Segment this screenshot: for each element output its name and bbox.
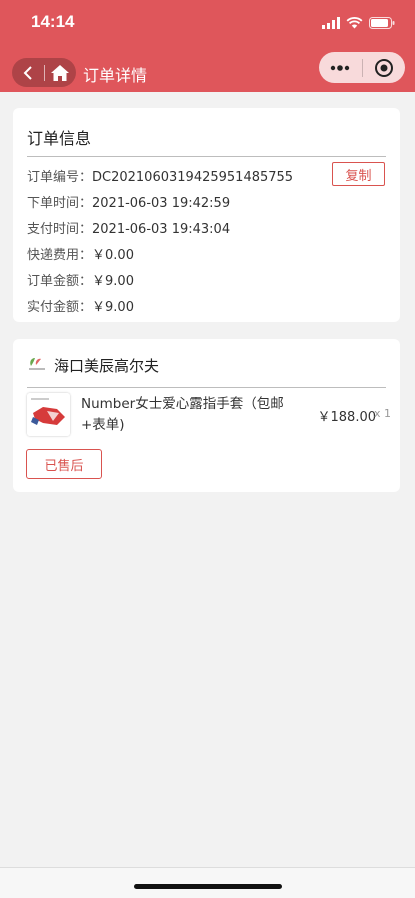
shop-order-card: 海口美辰高尔夫 Number女士爱心露指手套（包邮+表单) ￥188.00 x …: [13, 339, 400, 492]
home-button[interactable]: [44, 58, 76, 87]
battery-icon: [369, 17, 395, 29]
home-icon: [51, 64, 70, 81]
after-sale-button[interactable]: 已售后: [26, 449, 102, 479]
shipping-fee-row: 快递费用：￥0.00: [27, 244, 134, 263]
product-price: ￥188.00: [317, 410, 377, 425]
order-amount-value: ￥9.00: [92, 274, 134, 289]
more-button[interactable]: [319, 52, 362, 83]
product-quantity: x 1: [373, 407, 391, 420]
product-thumbnail[interactable]: [27, 393, 70, 436]
shipping-fee-value: ￥0.00: [92, 248, 134, 263]
status-time: 14:14: [31, 12, 75, 31]
order-time-row: 下单时间：2021-06-03 19:42:59: [27, 192, 230, 211]
glove-image-icon: [27, 393, 70, 436]
page-title: 订单详情: [83, 66, 148, 85]
signal-icon: [322, 17, 340, 29]
order-time-label: 下单时间：: [27, 196, 93, 211]
shipping-fee-label: 快递费用：: [27, 248, 93, 263]
mini-program-capsule: [319, 52, 405, 83]
top-bar: 14:14 订单详情: [0, 0, 415, 92]
divider: [27, 156, 386, 157]
paid-amount-value: ￥9.00: [92, 300, 134, 315]
nav-pill: [12, 58, 76, 87]
order-time-value: 2021-06-03 19:42:59: [92, 196, 231, 211]
target-close-icon: [374, 58, 393, 77]
order-amount-row: 订单金额：￥9.00: [27, 270, 134, 289]
order-number-label: 订单编号：: [27, 170, 93, 185]
chevron-left-icon: [23, 65, 32, 80]
divider: [27, 387, 386, 388]
pay-time-value: 2021-06-03 19:43:04: [92, 222, 231, 237]
pay-time-row: 支付时间：2021-06-03 19:43:04: [27, 218, 230, 237]
copy-button[interactable]: 复制: [332, 162, 385, 186]
paid-amount-row: 实付金额：￥9.00: [27, 296, 134, 315]
order-amount-label: 订单金额：: [27, 274, 93, 289]
wifi-icon: [346, 17, 363, 29]
status-icons: [322, 15, 395, 31]
more-dots-icon: [331, 64, 350, 71]
product-name[interactable]: Number女士爱心露指手套（包邮+表单): [81, 394, 291, 436]
shop-logo-icon: [29, 358, 45, 370]
home-indicator: [134, 884, 282, 889]
order-info-title: 订单信息: [27, 129, 92, 148]
order-number-value: DC202106031942595148575​5: [92, 170, 294, 185]
order-info-card: 订单信息 订单编号：DC202106031942595148575​5 复制 下…: [13, 108, 400, 322]
back-button[interactable]: [12, 58, 44, 87]
pay-time-label: 支付时间：: [27, 222, 93, 237]
paid-amount-label: 实付金额：: [27, 300, 93, 315]
shop-name: 海口美辰高尔夫: [54, 357, 160, 375]
close-button[interactable]: [362, 52, 405, 83]
bottom-safe-area: [0, 867, 415, 898]
order-number-row: 订单编号：DC202106031942595148575​5: [27, 166, 293, 185]
